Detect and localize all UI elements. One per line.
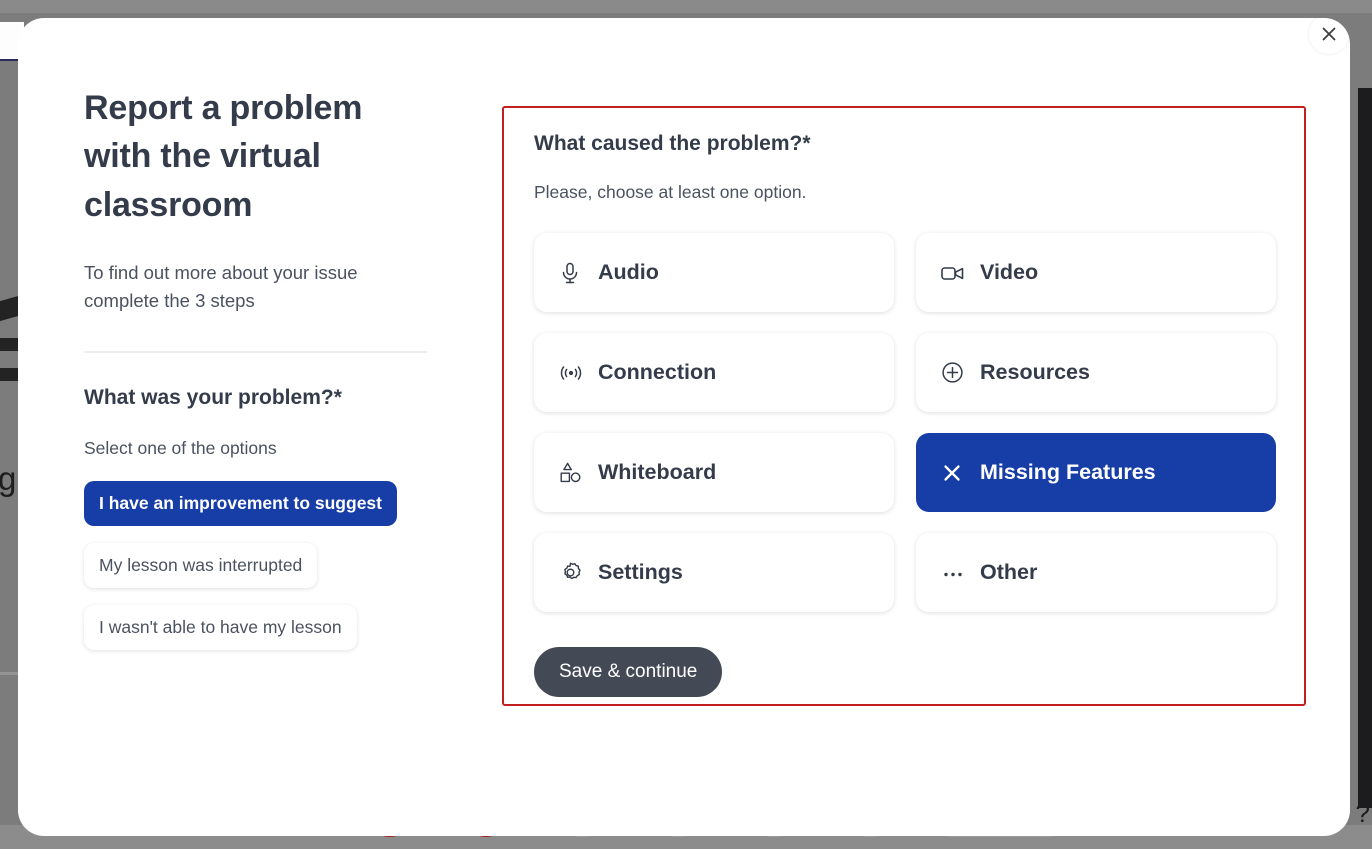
gear-icon xyxy=(558,560,592,585)
cause-card-label: Connection xyxy=(598,360,717,384)
annotation-highlight-box: What caused the problem?* Please, choose… xyxy=(502,106,1306,706)
cause-card-label: Other xyxy=(980,560,1038,584)
cause-question-hint: Please, choose at least one option. xyxy=(534,182,807,202)
cause-card-settings[interactable]: Settings xyxy=(534,533,894,612)
problem-option-label: I wasn't able to have my lesson xyxy=(99,617,342,638)
cause-card-label: Video xyxy=(980,260,1039,284)
modal-left-panel: Report a problem with the virtual classr… xyxy=(84,84,484,836)
left-question-title: What was your problem?* xyxy=(84,386,342,410)
plus-circle-icon xyxy=(940,360,974,385)
section-divider xyxy=(84,351,427,354)
problem-option-improvement[interactable]: I have an improvement to suggest xyxy=(84,481,397,527)
close-icon xyxy=(1319,24,1339,44)
problem-type-option-list: I have an improvement to suggest My less… xyxy=(84,481,466,667)
cause-question-title: What caused the problem?* xyxy=(534,132,811,155)
problem-option-label: My lesson was interrupted xyxy=(99,555,303,576)
cause-card-video[interactable]: Video xyxy=(916,233,1276,312)
cause-card-whiteboard[interactable]: Whiteboard xyxy=(534,433,894,512)
signal-broadcast-icon xyxy=(558,361,592,385)
close-x-icon xyxy=(940,461,974,485)
cause-card-other[interactable]: Other xyxy=(916,533,1276,612)
video-camera-icon xyxy=(940,261,974,285)
cause-card-connection[interactable]: Connection xyxy=(534,333,894,412)
backdrop-right-strip xyxy=(1358,88,1372,808)
ellipsis-icon xyxy=(940,561,974,585)
cause-card-label: Whiteboard xyxy=(598,460,717,484)
cause-card-label: Resources xyxy=(980,360,1090,384)
modal-right-panel: What caused the problem?* Please, choose… xyxy=(484,84,1350,836)
problem-option-label: I have an improvement to suggest xyxy=(99,493,382,514)
problem-option-interrupted[interactable]: My lesson was interrupted xyxy=(84,543,318,589)
problem-option-no-lesson[interactable]: I wasn't able to have my lesson xyxy=(84,605,357,651)
cause-card-label: Missing Features xyxy=(980,460,1156,484)
cause-card-missing-features[interactable]: Missing Features xyxy=(916,433,1276,512)
cause-card-label: Settings xyxy=(598,560,683,584)
left-question-hint: Select one of the options xyxy=(84,438,277,459)
shapes-icon xyxy=(558,460,592,485)
cause-card-resources[interactable]: Resources xyxy=(916,333,1276,412)
page-title: Report a problem with the virtual classr… xyxy=(84,89,363,224)
cause-card-audio[interactable]: Audio xyxy=(534,233,894,312)
cause-card-label: Audio xyxy=(598,260,659,284)
microphone-icon xyxy=(558,261,592,285)
save-and-continue-button[interactable]: Save & continue xyxy=(534,647,723,697)
cause-option-grid: Audio Video Connection Resources Whitebo… xyxy=(534,233,1276,612)
page-subtitle: To find out more about your issue comple… xyxy=(84,261,358,312)
report-problem-modal: Report a problem with the virtual classr… xyxy=(18,18,1350,836)
backdrop-left-glyph: g xyxy=(0,460,17,497)
backdrop-top-band xyxy=(0,0,1372,13)
